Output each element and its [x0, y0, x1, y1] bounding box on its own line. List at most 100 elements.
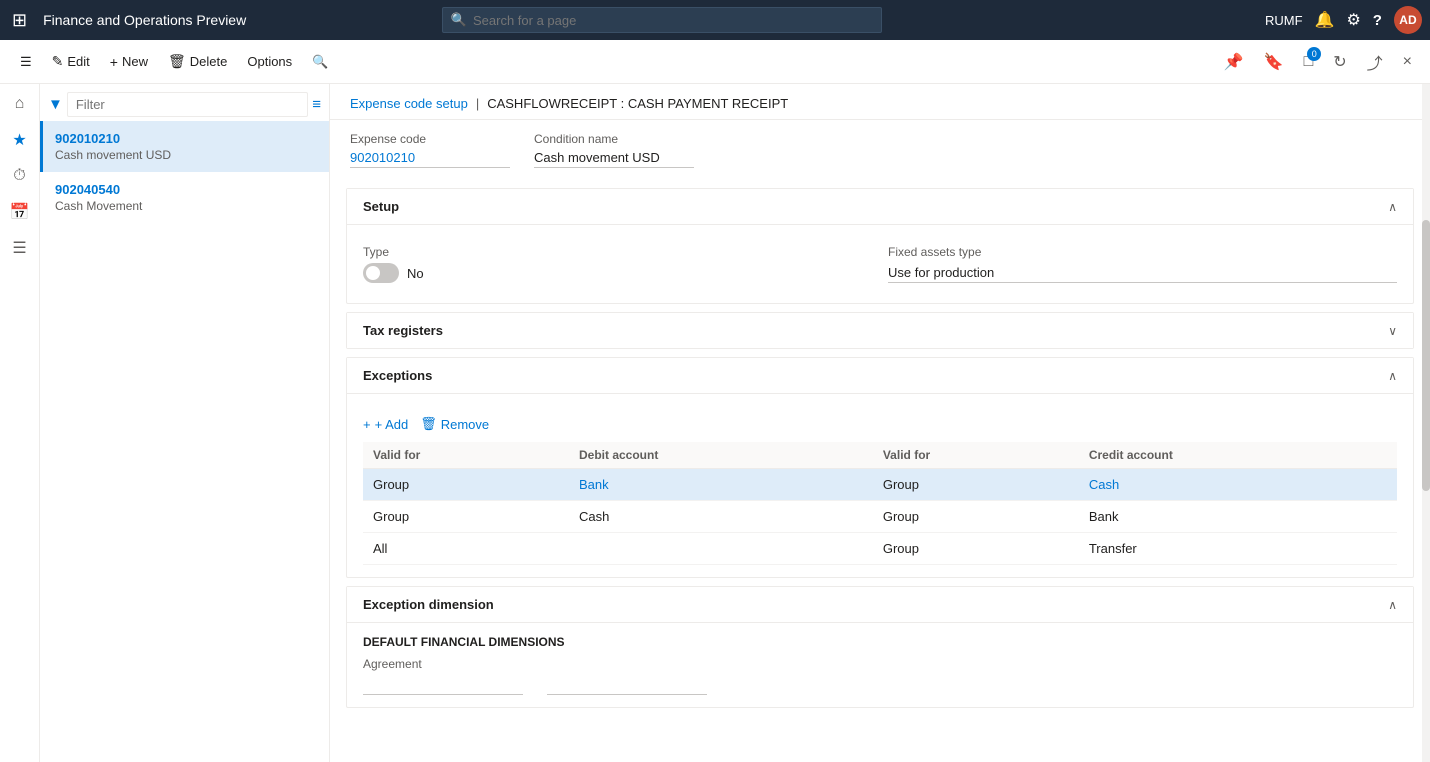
content-header: Expense code setup | CASHFLOWRECEIPT : C…	[330, 84, 1430, 120]
toolbar: ☰ ✎ Edit + New 🗑 Delete Options 🔍 📌 🔖 □ …	[0, 40, 1430, 84]
bell-icon[interactable]: 🔔	[1315, 10, 1335, 30]
setup-section: Setup ∧ Type No Fixed ass	[346, 188, 1414, 304]
search-button[interactable]: 🔍	[304, 50, 336, 74]
exception-dimension-section: Exception dimension ∧ DEFAULT FINANCIAL …	[346, 586, 1414, 708]
exception-dimension-header[interactable]: Exception dimension ∧	[347, 587, 1413, 623]
toggle-container: No	[363, 263, 872, 283]
setup-chevron-icon: ∧	[1388, 200, 1397, 214]
credit-account-cell: Cash	[1079, 469, 1397, 501]
valid-for-1-cell: Group	[363, 469, 569, 501]
badge-button[interactable]: □ 0	[1298, 49, 1320, 75]
condition-name-field: Condition name Cash movement USD	[534, 132, 694, 168]
form-row: Expense code 902010210 Condition name Ca…	[330, 120, 1430, 180]
hamburger-button[interactable]: ☰	[12, 50, 40, 74]
breadcrumb-separator: |	[476, 96, 479, 111]
exception-dimension-title: Exception dimension	[363, 597, 494, 612]
list-item[interactable]: 902040540 Cash Movement	[40, 172, 329, 223]
avatar[interactable]: AD	[1394, 6, 1422, 34]
setup-section-header[interactable]: Setup ∧	[347, 189, 1413, 225]
debit-account-cell: Cash	[569, 501, 873, 533]
col-valid-for-2: Valid for	[873, 442, 1079, 469]
toolbar-right: 📌 🔖 □ 0 ↻ ⤴ ×	[1218, 46, 1418, 78]
app-title: Finance and Operations Preview	[43, 12, 246, 28]
remove-exception-button[interactable]: 🗑 Remove	[420, 414, 489, 434]
sidebar-calendar-button[interactable]: 📅	[4, 196, 36, 228]
sidebar-clock-button[interactable]: ⏱	[4, 160, 36, 192]
exceptions-title: Exceptions	[363, 368, 432, 383]
exceptions-section: Exceptions ∧ + + Add 🗑 Remove	[346, 357, 1414, 578]
expense-code-field: Expense code 902010210	[350, 132, 510, 168]
help-icon[interactable]: ?	[1373, 12, 1382, 29]
search-input[interactable]	[473, 13, 873, 28]
exception-dimension-chevron-icon: ∧	[1388, 598, 1397, 612]
dim-input-1[interactable]	[363, 675, 523, 695]
edit-button[interactable]: ✎ Edit	[44, 49, 98, 74]
scrollbar-thumb[interactable]	[1422, 220, 1430, 491]
default-financial-dimensions-label: DEFAULT FINANCIAL DIMENSIONS	[363, 635, 1397, 649]
debit-account-cell	[569, 533, 873, 565]
list-item[interactable]: 902010210 Cash movement USD	[40, 121, 329, 172]
type-label: Type	[363, 245, 872, 259]
tax-registers-section-header[interactable]: Tax registers ∨	[347, 313, 1413, 348]
dim-input-2[interactable]	[547, 675, 707, 695]
condition-name-label: Condition name	[534, 132, 694, 146]
bookmark-button[interactable]: 🔖	[1258, 48, 1290, 76]
list-item-code: 902010210	[55, 131, 317, 146]
exceptions-content: + + Add 🗑 Remove Valid for Debit account…	[347, 394, 1413, 577]
sidebar-home-button[interactable]: ⌂	[4, 88, 36, 120]
table-row[interactable]: Group Cash Group Bank	[363, 501, 1397, 533]
list-item-code: 902040540	[55, 182, 317, 197]
table-row[interactable]: All Group Transfer	[363, 533, 1397, 565]
new-button[interactable]: + New	[102, 50, 156, 74]
type-toggle[interactable]	[363, 263, 399, 283]
search-icon: 🔍	[451, 12, 467, 28]
list-filter-input[interactable]	[67, 92, 308, 117]
valid-for-2-cell: Group	[873, 501, 1079, 533]
col-debit-account: Debit account	[569, 442, 873, 469]
expense-code-value[interactable]: 902010210	[350, 148, 510, 168]
refresh-button[interactable]: ↻	[1327, 48, 1352, 76]
sidebar-list-button[interactable]: ☰	[4, 232, 36, 264]
credit-account-cell: Transfer	[1079, 533, 1397, 565]
table-row[interactable]: Group Bank Group Cash	[363, 469, 1397, 501]
remove-icon: 🗑	[420, 416, 437, 432]
expand-button[interactable]: ⤴	[1361, 46, 1389, 78]
settings-icon[interactable]: ⚙	[1346, 10, 1360, 30]
exceptions-chevron-icon: ∧	[1388, 369, 1397, 383]
hamburger-icon: ☰	[20, 54, 32, 70]
dim-inputs	[363, 675, 1397, 695]
options-button[interactable]: Options	[239, 50, 300, 73]
list-group-icon[interactable]: ≡	[312, 96, 321, 113]
grid-icon[interactable]: ⊞	[8, 6, 31, 35]
breadcrumb-parent[interactable]: Expense code setup	[350, 96, 468, 111]
user-name: RUMF	[1265, 13, 1303, 28]
col-valid-for-1: Valid for	[363, 442, 569, 469]
type-field: Type No	[363, 245, 872, 283]
delete-icon: 🗑	[168, 53, 186, 70]
new-icon: +	[110, 54, 118, 70]
col-credit-account: Credit account	[1079, 442, 1397, 469]
tax-registers-chevron-icon: ∨	[1388, 324, 1397, 338]
exceptions-section-header[interactable]: Exceptions ∧	[347, 358, 1413, 394]
agreement-label: Agreement	[363, 657, 1397, 671]
close-button[interactable]: ×	[1397, 49, 1418, 75]
expense-code-label: Expense code	[350, 132, 510, 146]
search-box[interactable]: 🔍	[442, 7, 882, 33]
add-exception-button[interactable]: + + Add	[363, 414, 408, 434]
edit-icon: ✎	[52, 53, 64, 70]
pin-button[interactable]: 📌	[1218, 48, 1250, 76]
sidebar-star-button[interactable]: ★	[4, 124, 36, 156]
list-filter-icon[interactable]: ▼	[48, 96, 63, 113]
setup-grid: Type No Fixed assets type Use for produc…	[363, 237, 1397, 291]
delete-button[interactable]: 🗑 Delete	[160, 49, 235, 74]
valid-for-2-cell: Group	[873, 469, 1079, 501]
scrollbar-track[interactable]	[1422, 84, 1430, 762]
exception-dimension-content: DEFAULT FINANCIAL DIMENSIONS Agreement	[347, 623, 1413, 707]
exceptions-toolbar: + + Add 🗑 Remove	[363, 406, 1397, 442]
condition-name-value[interactable]: Cash movement USD	[534, 148, 694, 168]
fixed-assets-label: Fixed assets type	[888, 245, 1397, 259]
setup-section-content: Type No Fixed assets type Use for produc…	[347, 225, 1413, 303]
top-nav-right: RUMF 🔔 ⚙ ? AD	[1265, 6, 1422, 34]
main-layout: ⌂ ★ ⏱ 📅 ☰ ▼ ≡ 902010210 Cash movement US…	[0, 84, 1430, 762]
fixed-assets-value[interactable]: Use for production	[888, 263, 1397, 283]
